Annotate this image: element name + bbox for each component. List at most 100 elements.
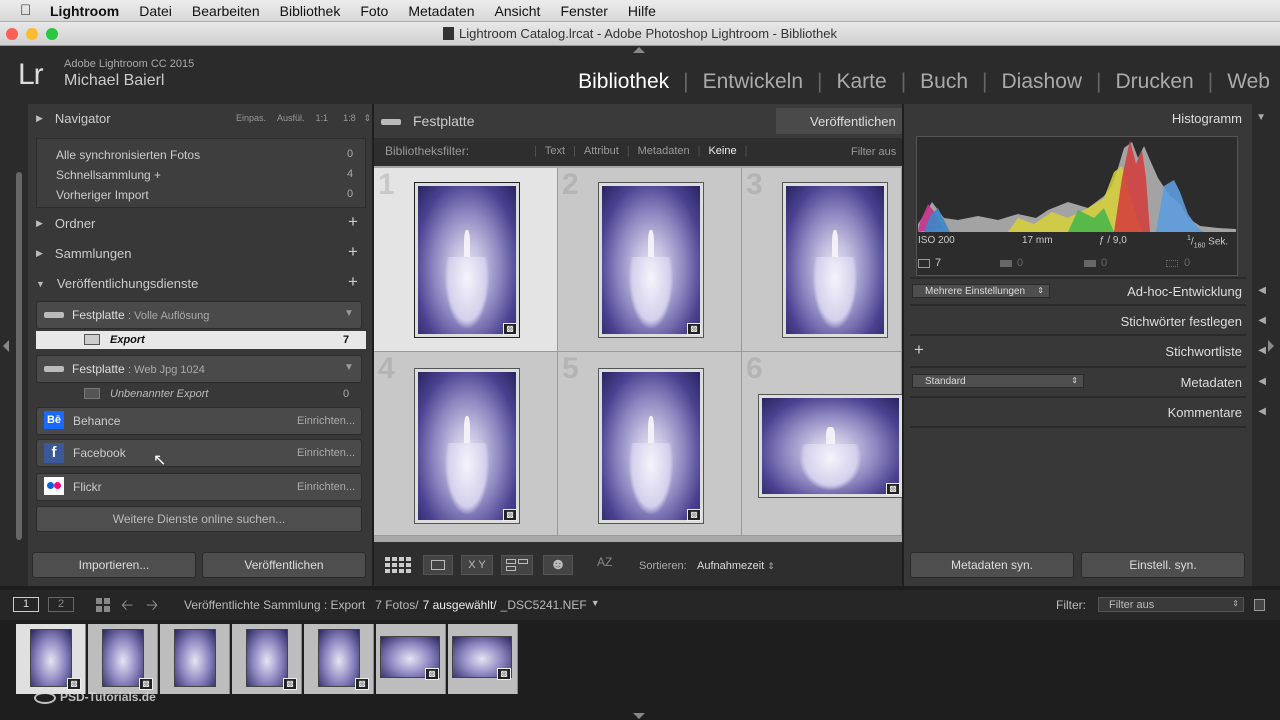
photo-thumbnail[interactable]: ▩ [598,368,704,524]
grid-view-icon[interactable] [383,555,413,575]
module-buch[interactable]: Buch [920,70,968,94]
menu-foto[interactable]: Foto [360,3,388,19]
publish-services-header[interactable]: ▼ Veröffentlichungsdienste [36,276,198,291]
expand-left-icon[interactable]: ◀ [1258,345,1266,356]
expand-left-icon[interactable]: ◀ [1258,406,1266,417]
filmstrip-thumb-4[interactable]: ▩ [232,624,302,694]
apple-icon[interactable]:  [20,2,36,19]
publish-collection-export[interactable]: Export [110,334,145,346]
menu-bearbeiten[interactable]: Bearbeiten [192,3,260,19]
add-folder-icon[interactable]: + [348,212,358,232]
expand-left-icon[interactable]: ◀ [1258,376,1266,387]
left-panel-toggle-icon[interactable] [3,340,9,352]
zoom-1-1[interactable]: 1:1 [316,113,329,124]
comments-header[interactable]: Kommentare [1168,405,1242,420]
menu-metadaten[interactable]: Metadaten [408,3,474,19]
people-view-icon[interactable]: ☻ [543,555,573,575]
right-panel-toggle-icon[interactable] [1268,340,1274,352]
filter-lock-icon[interactable] [1254,599,1265,611]
collapse-triangle-icon[interactable]: ▼ [344,362,354,373]
photo-thumbnail[interactable] [782,182,888,338]
add-collection-icon[interactable]: + [348,242,358,262]
quick-develop-preset-select[interactable]: Mehrere Einstellungen ⇕ [912,284,1050,298]
zoom-fill[interactable]: Ausfül. [277,113,305,124]
ordner-header[interactable]: ▶ Ordner [36,216,95,231]
facebook-setup-link[interactable]: Einrichten... [297,447,355,459]
loupe-view-icon[interactable] [423,555,453,575]
publish-now-button[interactable]: Veröffentlichen [776,108,902,134]
filmstrip-thumb-3[interactable] [160,624,230,694]
publish-button[interactable]: Veröffentlichen [202,552,366,578]
filmstrip-thumb-5[interactable]: ▩ [304,624,374,694]
grid-shortcut-icon[interactable] [96,598,110,612]
collapse-triangle-icon[interactable]: ▼ [344,308,354,319]
filmstrip-thumb-7[interactable]: ▩ [448,624,518,694]
back-arrow-icon[interactable]: 🡠 [121,595,133,620]
left-panel-scrollbar[interactable] [16,172,22,540]
secondary-window-button[interactable]: 2 [48,597,74,612]
histogram-header[interactable]: Histogramm [1172,111,1242,126]
menu-ansicht[interactable]: Ansicht [495,3,541,19]
behance-setup-link[interactable]: Einrichten... [297,415,355,427]
add-publish-service-icon[interactable]: + [348,272,358,292]
add-keyword-icon[interactable]: + [914,340,924,360]
bottom-panel-toggle-icon[interactable] [633,713,645,719]
menu-app[interactable]: Lightroom [50,3,119,19]
filmstrip-thumb-6[interactable]: ▩ [376,624,446,694]
zoom-1-8[interactable]: 1:8 [343,113,356,124]
filmstrip-thumb-1[interactable]: ▩ [16,624,86,694]
photo-thumbnail[interactable]: ▩ [414,368,520,524]
top-panel-toggle-icon[interactable] [633,47,645,53]
filmstrip-source[interactable]: Veröffentlichte Sammlung : Export 7 Foto… [184,598,600,612]
keywording-header[interactable]: Stichwörter festlegen [1121,314,1242,329]
minimize-window-button[interactable] [26,28,38,40]
module-drucken[interactable]: Drucken [1116,70,1194,94]
import-button[interactable]: Importieren... [32,552,196,578]
filter-metadaten[interactable]: Metadaten [638,145,690,157]
module-diashow[interactable]: Diashow [1002,70,1083,94]
zoom-window-button[interactable] [46,28,58,40]
zoom-stepper-icon[interactable]: ⇕ [364,113,372,124]
metadata-preset-select[interactable]: Standard ⇕ [912,374,1084,388]
metadata-header[interactable]: Metadaten [1181,375,1242,390]
sync-settings-button[interactable]: Einstell. syn. [1081,552,1245,578]
close-window-button[interactable] [6,28,18,40]
filter-off[interactable]: Filter aus [851,146,896,158]
quick-develop-header[interactable]: Ad-hoc-Entwicklung [1127,284,1242,299]
forward-arrow-icon[interactable]: 🡢 [146,595,158,620]
sort-direction-icon[interactable]: AZ [597,555,612,569]
filter-keine[interactable]: Keine [708,145,736,157]
menu-hilfe[interactable]: Hilfe [628,3,656,19]
sort-criteria-select[interactable]: Aufnahmezeit ⇕ [697,560,775,572]
sammlungen-header[interactable]: ▶ Sammlungen [36,246,132,261]
module-bibliothek[interactable]: Bibliothek [578,70,669,94]
menu-bibliothek[interactable]: Bibliothek [280,3,341,19]
find-more-services-button[interactable]: Weitere Dienste online suchen... [36,506,362,532]
sync-metadata-button[interactable]: Metadaten syn. [910,552,1074,578]
primary-window-button[interactable]: 1 [13,597,39,612]
photo-thumbnail[interactable]: ▩ [758,394,902,498]
catalog-item-quick[interactable]: Schnellsammlung + [56,168,161,182]
filter-text[interactable]: Text [545,145,565,157]
menu-datei[interactable]: Datei [139,3,172,19]
module-entwickeln[interactable]: Entwickeln [703,70,803,94]
keyword-list-header[interactable]: Stichwortliste [1165,344,1242,359]
photo-thumbnail[interactable]: ▩ [598,182,704,338]
survey-view-icon[interactable] [501,555,533,575]
catalog-item-synced[interactable]: Alle synchronisierten Fotos [56,148,200,162]
navigator-header[interactable]: ▶ Navigator [36,111,111,126]
expand-left-icon[interactable]: ◀ [1258,285,1266,296]
menu-fenster[interactable]: Fenster [560,3,607,19]
catalog-item-previous[interactable]: Vorheriger Import [56,188,149,202]
module-karte[interactable]: Karte [836,70,886,94]
collapse-triangle-icon[interactable]: ▼ [1256,112,1266,123]
flickr-setup-link[interactable]: Einrichten... [297,481,355,493]
compare-view-icon[interactable]: X Y [461,555,493,575]
filmstrip-thumb-2[interactable]: ▩ [88,624,158,694]
filmstrip-filter-select[interactable]: Filter aus ⇕ [1098,597,1244,612]
publish-collection-unnamed[interactable]: Unbenannter Export [110,388,208,400]
filter-attribut[interactable]: Attribut [584,145,619,157]
module-web[interactable]: Web [1227,70,1270,94]
zoom-fit[interactable]: Einpas. [236,113,266,124]
expand-left-icon[interactable]: ◀ [1258,315,1266,326]
